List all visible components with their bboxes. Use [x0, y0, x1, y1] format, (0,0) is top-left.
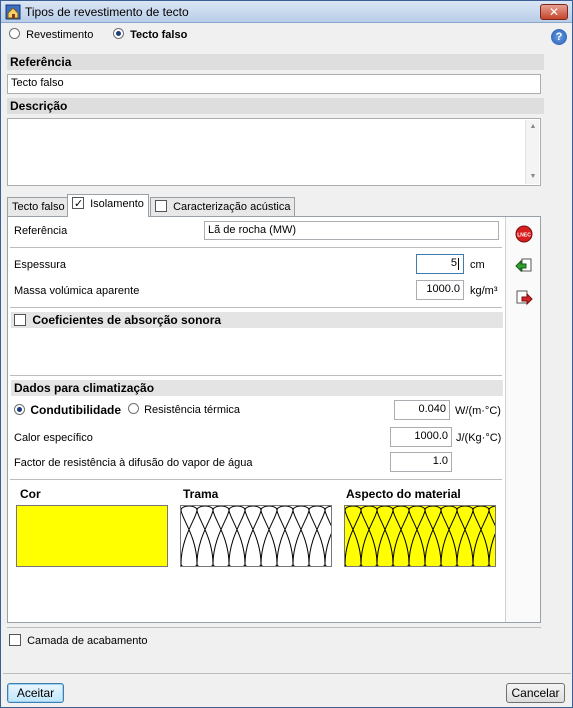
calor-especifico-unit: J/(Kg·°C) [456, 432, 502, 444]
import-icon[interactable] [515, 257, 533, 275]
tab-caracterizacao-checkbox[interactable] [155, 200, 167, 212]
insulation-hatch-icon [181, 506, 331, 566]
window-title: Tipos de revestimento de tecto [25, 5, 189, 19]
cancel-button[interactable]: Cancelar [506, 683, 565, 703]
export-icon[interactable] [515, 289, 533, 307]
app-house-icon [5, 4, 21, 20]
insulation-hatch-yellow-icon [345, 506, 495, 566]
tab-caracterizacao-label: Caracterização acústica [173, 201, 291, 213]
divider [10, 307, 502, 308]
accept-button[interactable]: Aceitar [7, 683, 64, 703]
lned-icon[interactable]: LNEC [515, 225, 533, 243]
isolamento-content: Referência Lã de rocha (MW) Espessura 5 … [8, 217, 504, 622]
help-icon[interactable]: ? [551, 29, 567, 45]
close-button[interactable]: ✕ [540, 4, 568, 20]
tab-tecto-falso[interactable]: Tecto falso [7, 197, 70, 217]
condutibilidade-input[interactable]: 0.040 [394, 400, 450, 420]
radio-resistencia-circle[interactable] [128, 403, 139, 414]
radio-resistencia-termica[interactable]: Resistência térmica [128, 403, 240, 416]
dialog-window: Tipos de revestimento de tecto ✕ Revesti… [0, 0, 573, 708]
descricao-heading: Descrição [7, 98, 544, 114]
cor-label: Cor [20, 487, 41, 501]
trama-label: Trama [183, 487, 219, 501]
color-swatch[interactable] [16, 505, 168, 567]
espessura-unit: cm [470, 259, 485, 271]
material-appearance-swatch[interactable] [344, 505, 496, 567]
massa-unit: kg/m³ [470, 285, 498, 297]
espessura-label: Espessura [14, 259, 66, 271]
iso-referencia-label: Referência [14, 225, 68, 237]
tab-isolamento-label: Isolamento [90, 198, 144, 210]
tab-isolamento[interactable]: Isolamento [67, 194, 149, 217]
tab-isolamento-checkbox[interactable] [72, 195, 84, 213]
camada-acabamento-label: Camada de acabamento [27, 635, 148, 647]
hatch-pattern-swatch[interactable] [180, 505, 332, 567]
radio-condutibilidade[interactable]: Condutibilidade [14, 403, 121, 417]
iso-referencia-input[interactable]: Lã de rocha (MW) [204, 221, 499, 240]
radio-condutibilidade-circle[interactable] [14, 404, 25, 415]
condutibilidade-unit: W/(m·°C) [455, 405, 501, 417]
divider [10, 247, 502, 248]
descricao-scrollbar[interactable]: ▲ ▼ [525, 120, 539, 184]
svg-text:LNEC: LNEC [517, 233, 531, 239]
referencia-heading: Referência [7, 54, 544, 70]
coef-absorcao-checkbox[interactable] [14, 314, 26, 326]
calor-especifico-label: Calor específico [14, 432, 93, 444]
espessura-input[interactable]: 5 [416, 254, 464, 274]
radio-condutibilidade-label: Condutibilidade [30, 403, 121, 417]
radio-revestimento[interactable]: Revestimento [9, 28, 93, 41]
radio-tecto-falso[interactable]: Tecto falso [113, 28, 187, 41]
divider [7, 627, 541, 628]
hatch-lines [345, 506, 495, 566]
referencia-input[interactable]: Tecto falso [7, 74, 541, 94]
scroll-up-icon[interactable]: ▲ [526, 120, 540, 134]
divider [10, 375, 502, 376]
tab-caracterizacao-acustica[interactable]: Caracterização acústica [150, 197, 296, 217]
coef-absorcao-heading[interactable]: Coeficientes de absorção sonora [11, 312, 503, 328]
isolamento-panel: Referência Lã de rocha (MW) Espessura 5 … [7, 216, 541, 623]
hatch-lines [181, 506, 331, 566]
panel-toolbar: LNEC [505, 217, 540, 622]
climatizacao-heading: Dados para climatização [11, 380, 503, 396]
coef-absorcao-label: Coeficientes de absorção sonora [32, 313, 222, 327]
radio-revestimento-label: Revestimento [26, 29, 94, 41]
camada-acabamento-checkbox[interactable] [9, 634, 21, 646]
radio-tecto-falso-label: Tecto falso [130, 29, 188, 41]
calor-especifico-input[interactable]: 1000.0 [390, 427, 452, 447]
radio-tecto-falso-circle[interactable] [113, 28, 124, 39]
divider [3, 673, 571, 674]
title-bar[interactable]: Tipos de revestimento de tecto ✕ [1, 1, 572, 23]
text-caret [458, 258, 459, 270]
factor-resistencia-label: Factor de resistência à difusão do vapor… [14, 457, 253, 469]
divider [10, 479, 502, 480]
aspecto-label: Aspecto do material [346, 487, 461, 501]
radio-revestimento-circle[interactable] [9, 28, 20, 39]
scroll-down-icon[interactable]: ▼ [526, 170, 540, 184]
radio-resistencia-label: Resistência térmica [144, 404, 241, 416]
massa-label: Massa volúmica aparente [14, 285, 140, 297]
descricao-textarea[interactable]: ▲ ▼ [7, 118, 541, 186]
tab-tecto-falso-label: Tecto falso [12, 201, 65, 213]
factor-resistencia-input[interactable]: 1.0 [390, 452, 452, 472]
camada-acabamento-option[interactable]: Camada de acabamento [9, 634, 148, 647]
massa-input[interactable]: 1000.0 [416, 280, 464, 300]
